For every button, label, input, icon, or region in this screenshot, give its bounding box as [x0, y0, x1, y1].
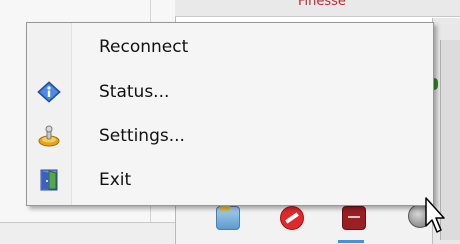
tray-context-menu: Reconnect Status... Settings... Exit: [26, 22, 434, 206]
mouse-cursor-icon: [425, 197, 445, 233]
menu-item-reconnect[interactable]: Reconnect: [29, 28, 431, 66]
exit-door-icon: [37, 169, 61, 191]
tray-app-icon[interactable]: [342, 206, 366, 230]
tray-no-entry-icon[interactable]: [280, 206, 304, 230]
tray-active-indicator: [338, 240, 364, 243]
tray-document-icon[interactable]: [216, 205, 240, 230]
menu-item-label: Settings...: [99, 126, 185, 146]
info-icon: [37, 81, 61, 103]
menu-item-label: Exit: [99, 170, 132, 190]
background-bar: [0, 222, 175, 244]
menu-item-exit[interactable]: Exit: [29, 161, 431, 199]
menu-item-settings[interactable]: Settings...: [29, 117, 431, 155]
menu-item-status[interactable]: Status...: [29, 73, 431, 111]
settings-icon: [37, 125, 61, 147]
desktop: Finesse Reconnect Status... Settings... …: [0, 0, 460, 244]
menu-item-label: Reconnect: [99, 37, 189, 57]
background-window-title: Finesse: [298, 0, 346, 9]
menu-item-label: Status...: [99, 82, 170, 102]
